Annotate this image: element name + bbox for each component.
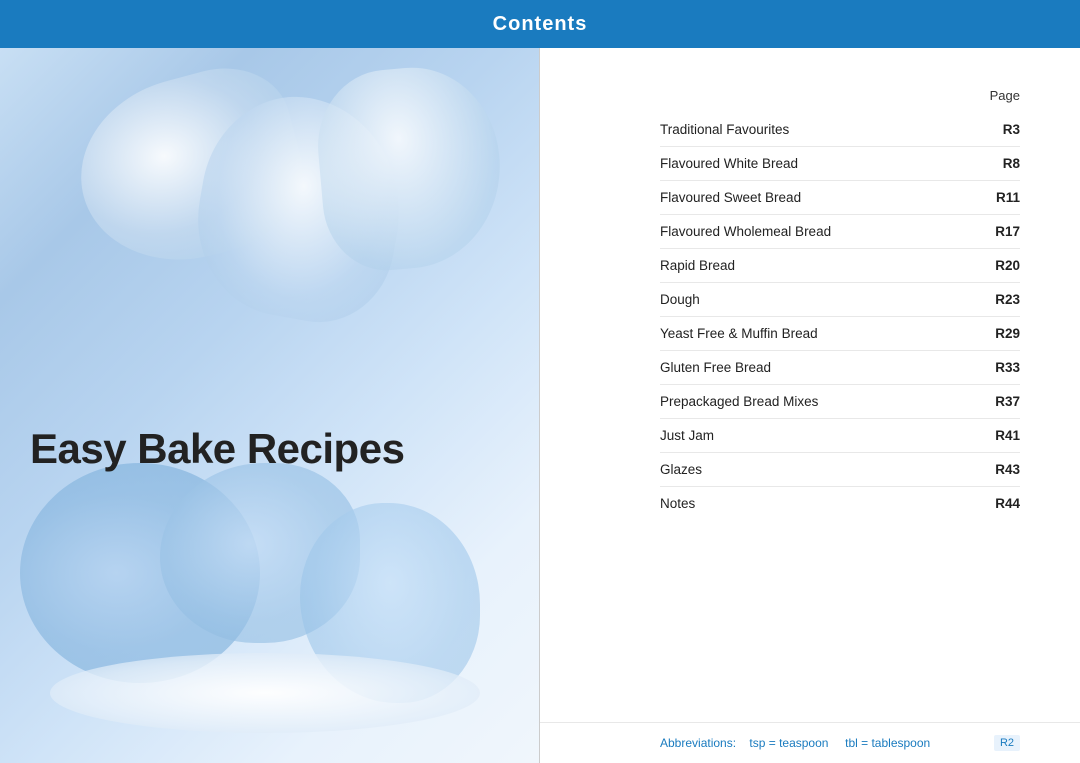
contents-area: Page Traditional Favourites R3 Flavoured W… bbox=[540, 48, 1080, 722]
toc-item-name: Just Jam bbox=[660, 428, 714, 443]
bread-background bbox=[0, 48, 540, 763]
abbreviations: Abbreviations: tsp = teaspoon tbl = tabl… bbox=[660, 736, 930, 750]
toc-item-page: R29 bbox=[980, 326, 1020, 341]
page-column-label: Page bbox=[990, 88, 1020, 103]
tsp-label: tsp = teaspoon bbox=[749, 736, 828, 750]
toc-item-name: Notes bbox=[660, 496, 695, 511]
toc-item-page: R17 bbox=[980, 224, 1020, 239]
toc-item-page: R23 bbox=[980, 292, 1020, 307]
tbl-label: tbl = tablespoon bbox=[845, 736, 930, 750]
toc-item-name: Flavoured White Bread bbox=[660, 156, 798, 171]
toc-item: Just Jam R41 bbox=[660, 419, 1020, 453]
toc-item-name: Prepackaged Bread Mixes bbox=[660, 394, 818, 409]
bread-shape-3 bbox=[312, 61, 509, 276]
page-label-row: Page bbox=[660, 88, 1020, 103]
toc-item-page: R20 bbox=[980, 258, 1020, 273]
toc-item: Traditional Favourites R3 bbox=[660, 113, 1020, 147]
main-layout: Easy Bake Recipes Page Traditional Favou… bbox=[0, 48, 1080, 763]
toc-item: Prepackaged Bread Mixes R37 bbox=[660, 385, 1020, 419]
toc-item-page: R37 bbox=[980, 394, 1020, 409]
toc-item-page: R41 bbox=[980, 428, 1020, 443]
toc-item-page: R43 bbox=[980, 462, 1020, 477]
book-title: Easy Bake Recipes bbox=[30, 425, 404, 473]
toc-item-page: R8 bbox=[980, 156, 1020, 171]
toc-item-name: Rapid Bread bbox=[660, 258, 735, 273]
toc-list: Traditional Favourites R3 Flavoured White … bbox=[660, 113, 1020, 520]
toc-item: Gluten Free Bread R33 bbox=[660, 351, 1020, 385]
toc-item-name: Glazes bbox=[660, 462, 702, 477]
right-panel: Page Traditional Favourites R3 Flavoured W… bbox=[540, 48, 1080, 763]
page-number: R2 bbox=[994, 735, 1020, 751]
toc-item: Dough R23 bbox=[660, 283, 1020, 317]
toc-item-page: R44 bbox=[980, 496, 1020, 511]
toc-item: Glazes R43 bbox=[660, 453, 1020, 487]
page-header: Contents bbox=[0, 0, 1080, 48]
toc-item: Rapid Bread R20 bbox=[660, 249, 1020, 283]
left-panel: Easy Bake Recipes bbox=[0, 48, 540, 763]
toc-item: Notes R44 bbox=[660, 487, 1020, 520]
toc-item: Yeast Free & Muffin Bread R29 bbox=[660, 317, 1020, 351]
toc-item-page: R11 bbox=[980, 190, 1020, 205]
toc-item-name: Dough bbox=[660, 292, 700, 307]
abbreviations-label: Abbreviations: bbox=[660, 736, 736, 750]
toc-item-name: Gluten Free Bread bbox=[660, 360, 771, 375]
toc-item-name: Traditional Favourites bbox=[660, 122, 789, 137]
toc-item: Flavoured White Bread R8 bbox=[660, 147, 1020, 181]
toc-item: Flavoured Sweet Bread R11 bbox=[660, 181, 1020, 215]
toc-item-name: Flavoured Wholemeal Bread bbox=[660, 224, 831, 239]
page-footer: Abbreviations: tsp = teaspoon tbl = tabl… bbox=[540, 722, 1080, 763]
plate-shape bbox=[50, 653, 480, 733]
header-title: Contents bbox=[493, 13, 588, 36]
toc-item-name: Yeast Free & Muffin Bread bbox=[660, 326, 818, 341]
toc-item-page: R3 bbox=[980, 122, 1020, 137]
toc-item-page: R33 bbox=[980, 360, 1020, 375]
toc-item-name: Flavoured Sweet Bread bbox=[660, 190, 801, 205]
toc-item: Flavoured Wholemeal Bread R17 bbox=[660, 215, 1020, 249]
